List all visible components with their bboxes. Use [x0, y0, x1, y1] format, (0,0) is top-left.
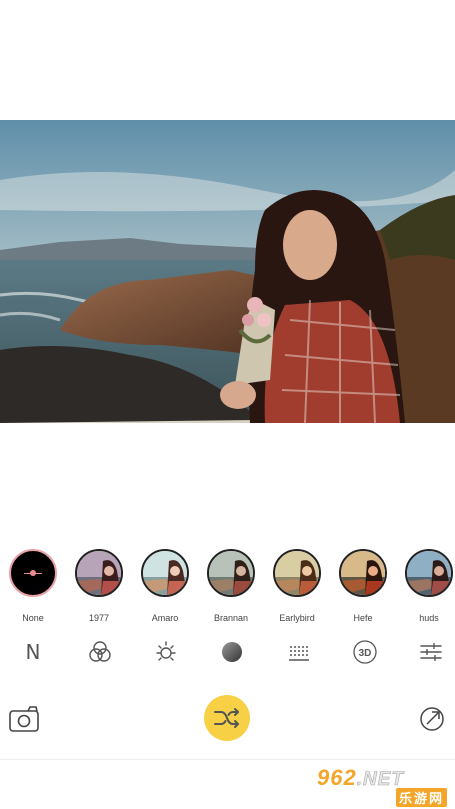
filter-none-thumbnail — [9, 549, 57, 597]
grain-tool-button[interactable] — [284, 638, 312, 666]
tool-row: N 3D — [0, 638, 455, 666]
filter-label: Brannan — [213, 613, 249, 623]
three-d-icon: 3D — [353, 640, 377, 664]
filter-strip[interactable]: None 1977 Amaro Brannan Earlybird Hefe h… — [0, 549, 455, 629]
camera-button[interactable] — [8, 704, 40, 734]
normal-tool-label: N — [25, 640, 41, 664]
overlap-circles-icon — [89, 641, 111, 662]
filter-earlybird[interactable]: Earlybird — [269, 549, 325, 623]
share-arrow-icon — [420, 707, 444, 731]
filter-amaro-thumbnail — [141, 549, 189, 597]
filter-label: Amaro — [151, 613, 179, 623]
photo-image — [0, 120, 455, 423]
grain-dots-icon — [289, 646, 309, 661]
blend-tool-button[interactable] — [86, 638, 114, 666]
brightness-icon — [156, 641, 176, 661]
normal-tool-button[interactable]: N — [19, 638, 47, 666]
filter-label: None — [22, 613, 44, 623]
watermark-logo: 962.NET — [317, 765, 404, 791]
texture-circle-icon — [222, 642, 242, 662]
filter-hefe[interactable]: Hefe — [335, 549, 391, 623]
edited-photo[interactable] — [0, 120, 455, 423]
divider — [0, 759, 455, 760]
filter-label: Hefe — [353, 613, 373, 623]
bottom-bar — [0, 690, 455, 750]
filter-label: huds — [419, 613, 439, 623]
sliders-icon — [420, 643, 442, 661]
watermark-suffix: .NET — [356, 769, 404, 791]
camera-icon — [9, 706, 39, 732]
light-tool-button[interactable] — [152, 638, 180, 666]
shuffle-button[interactable] — [204, 695, 250, 741]
filter-brannan[interactable]: Brannan — [203, 549, 259, 623]
texture-tool-button[interactable] — [218, 638, 246, 666]
three-d-label: 3D — [359, 648, 372, 659]
filter-1977-thumbnail — [75, 549, 123, 597]
filter-label: 1977 — [88, 613, 110, 623]
filter-label: Earlybird — [279, 613, 315, 623]
filter-1977[interactable]: 1977 — [71, 549, 127, 623]
filter-amaro[interactable]: Amaro — [137, 549, 193, 623]
share-button[interactable] — [418, 705, 446, 733]
filter-hefe-thumbnail — [339, 549, 387, 597]
watermark-text: 乐游网 — [395, 788, 447, 807]
filter-huds[interactable]: huds — [401, 549, 455, 623]
adjust-tool-button[interactable] — [417, 638, 445, 666]
filter-brannan-thumbnail — [207, 549, 255, 597]
filter-earlybird-thumbnail — [273, 549, 321, 597]
three-d-tool-button[interactable]: 3D — [351, 638, 379, 666]
site-watermark: 962.NET 乐游网 — [317, 765, 449, 807]
watermark-number: 962 — [317, 765, 357, 790]
filter-none[interactable]: None — [5, 549, 61, 623]
shuffle-icon — [214, 708, 239, 728]
filter-huds-thumbnail — [405, 549, 453, 597]
